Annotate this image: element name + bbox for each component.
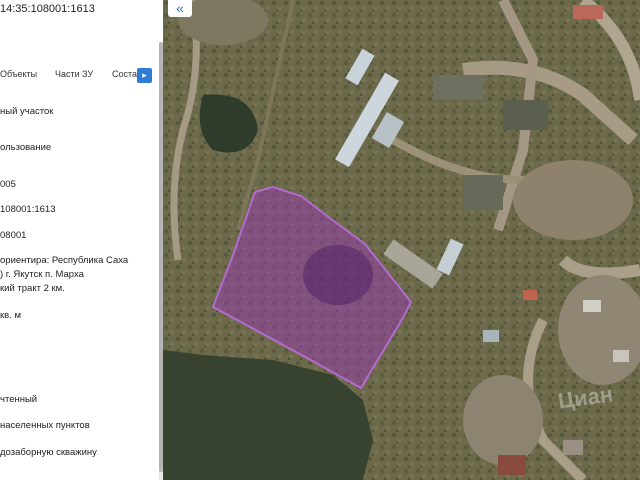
field-status: чтенный: [0, 394, 38, 405]
field-usage: ользование: [0, 142, 52, 153]
field-permitted-use: дозаборную скважину: [0, 447, 97, 458]
cadastral-number: 14:35:108001:1613: [0, 3, 95, 15]
field-area-unit: кв. м: [0, 310, 22, 321]
tab-bar: Объекты Части ЗУ Соста ▸: [0, 64, 160, 86]
field-cad-number: 108001:1613: [0, 204, 56, 215]
field-category: населенных пунктов: [0, 420, 90, 431]
tab-composition[interactable]: Соста: [112, 69, 137, 79]
tab-parts[interactable]: Части ЗУ: [55, 69, 93, 79]
field-address-line2: ) г. Якутск п. Марха: [0, 269, 84, 280]
info-panel: 14:35:108001:1613 Объекты Части ЗУ Соста…: [0, 0, 163, 480]
field-quarter: 08001: [0, 230, 27, 241]
tab-next-button[interactable]: ▸: [137, 68, 152, 83]
field-address-line3: кий тракт 2 км.: [0, 283, 65, 294]
field-type: ный участок: [0, 106, 54, 117]
field-address-line1: ориентира: Республика Саха: [0, 255, 129, 266]
tab-objects[interactable]: Объекты: [0, 69, 37, 79]
satellite-map[interactable]: Циан: [163, 0, 640, 480]
collapse-panel-button[interactable]: «: [168, 0, 192, 17]
field-code: 005: [0, 179, 16, 190]
